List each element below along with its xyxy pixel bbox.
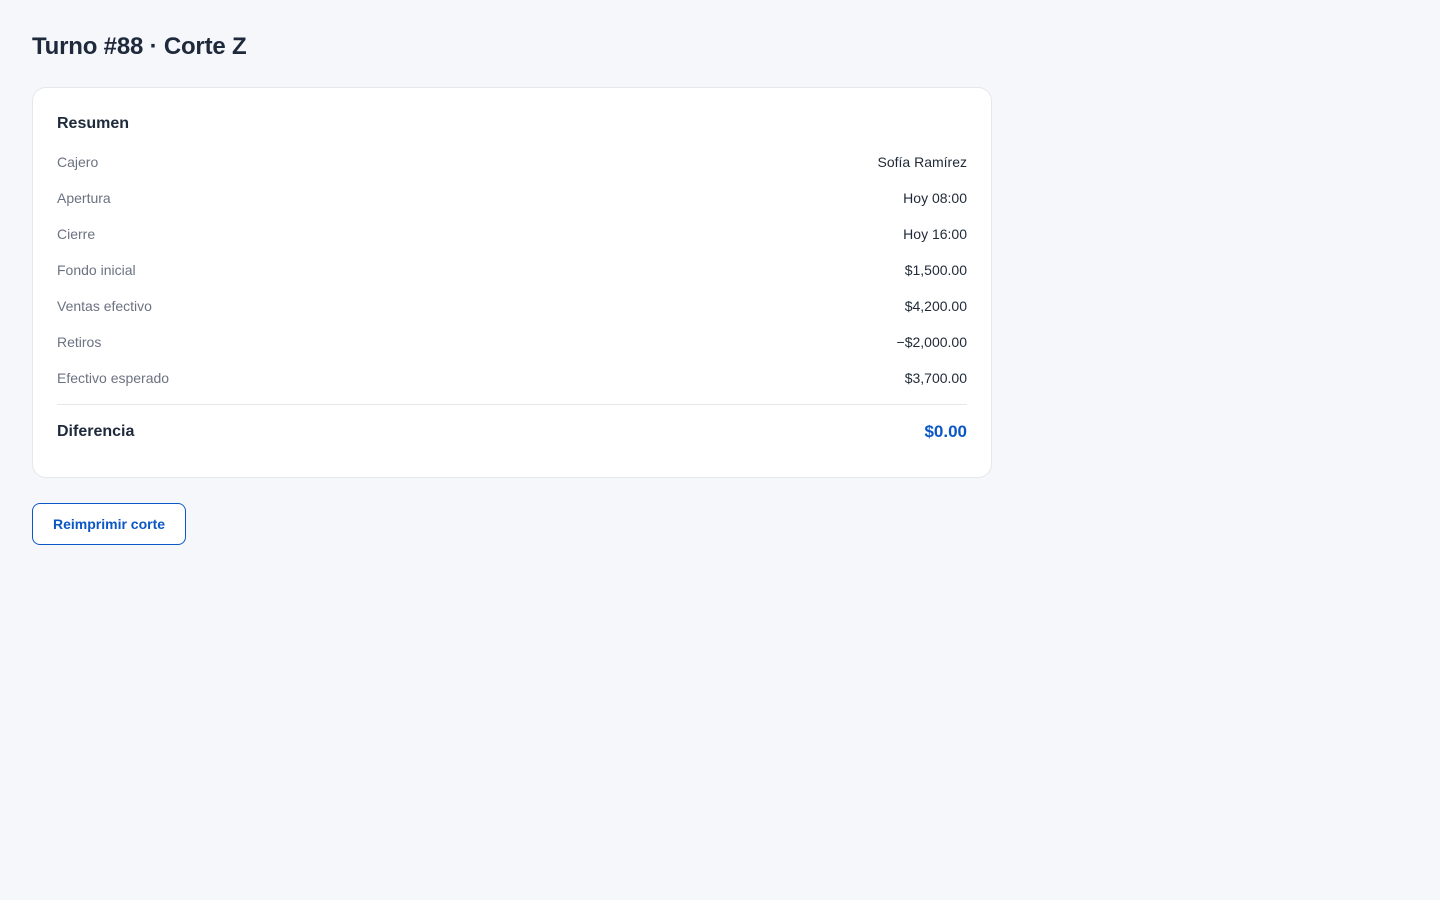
summary-row-retiros: Retiros −$2,000.00 [57,324,967,360]
summary-card: Resumen Cajero Sofía Ramírez Apertura Ho… [32,87,992,478]
row-value: −$2,000.00 [896,334,967,350]
summary-total-row: Diferencia $0.00 [57,405,967,459]
row-value: Hoy 16:00 [903,226,967,242]
summary-title: Resumen [57,115,130,132]
row-label: Retiros [57,334,102,350]
row-value: $3,700.00 [904,370,967,386]
reprint-button[interactable]: Reimprimir corte [32,503,187,545]
page: Turno #88 · Corte Z Resumen Cajero Sofía… [0,0,1440,900]
summary-row-cierre: Cierre Hoy 16:00 [57,216,967,252]
summary-row-fondo-inicial: Fondo inicial $1,500.00 [57,252,967,288]
row-label: Fondo inicial [57,262,136,278]
row-label: Ventas efectivo [57,298,152,314]
row-value: Hoy 08:00 [903,190,967,206]
row-value: $4,200.00 [904,298,967,314]
summary-row-efectivo-esperado: Efectivo esperado $3,700.00 [57,360,967,396]
row-label: Efectivo esperado [57,370,170,386]
difference-value: $0.00 [924,422,967,441]
summary-row-cajero: Cajero Sofía Ramírez [57,144,967,180]
row-label: Apertura [57,190,111,206]
page-title: Turno #88 · Corte Z [32,33,247,60]
difference-label: Diferencia [57,423,135,440]
summary-row-apertura: Apertura Hoy 08:00 [57,180,967,216]
row-value: Sofía Ramírez [877,154,967,170]
summary-row-ventas-efectivo: Ventas efectivo $4,200.00 [57,288,967,324]
row-label: Cajero [57,154,99,170]
row-label: Cierre [57,226,96,242]
row-value: $1,500.00 [904,262,967,278]
